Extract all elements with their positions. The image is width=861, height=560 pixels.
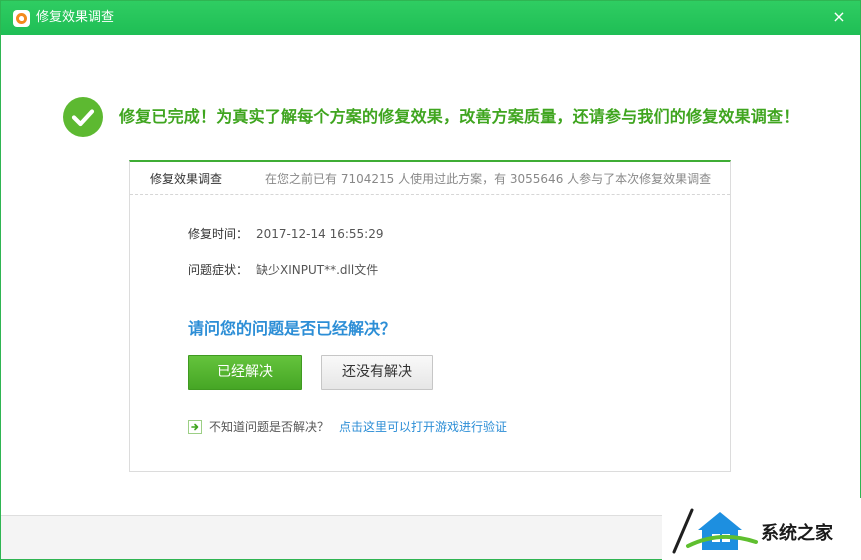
watermark-house-logo-icon (672, 508, 758, 554)
unsolved-button[interactable]: 还没有解决 (321, 355, 433, 390)
survey-card: 修复效果调查 在您之前已有 7104215 人使用过此方案，有 3055646 … (129, 160, 731, 472)
repair-time-label: 修复时间： (188, 227, 249, 241)
app-logo-icon (13, 10, 30, 27)
verify-game-link[interactable]: 点击这里可以打开游戏进行验证 (339, 420, 507, 434)
watermark: 系统之家 (662, 498, 861, 560)
resolved-question: 请问您的问题是否已经解决？ (188, 319, 397, 338)
close-button[interactable]: × (830, 8, 848, 26)
verify-prompt: 不知道问题是否解决？ (209, 420, 330, 434)
check-circle-icon (63, 97, 103, 137)
symptom-label: 问题症状： (188, 263, 249, 277)
watermark-text: 系统之家 (761, 523, 833, 544)
arrow-right-icon (188, 420, 202, 434)
symptom-value: 缺少XINPUT**.dll文件 (256, 263, 379, 277)
title-bar[interactable]: 修复效果调查 × (1, 1, 860, 35)
repair-time-row: 修复时间： 2017-12-14 16:55:29 (188, 227, 383, 241)
repair-survey-window: 修复效果调查 × 修复已完成！为真实了解每个方案的修复效果，改善方案质量，还请参… (0, 0, 861, 560)
success-message: 修复已完成！为真实了解每个方案的修复效果，改善方案质量，还请参与我们的修复效果调… (119, 107, 800, 126)
survey-title: 修复效果调查 (150, 172, 223, 186)
solved-button[interactable]: 已经解决 (188, 355, 302, 390)
survey-stats: 在您之前已有 7104215 人使用过此方案，有 3055646 人参与了本次修… (265, 172, 712, 186)
symptom-row: 问题症状： 缺少XINPUT**.dll文件 (188, 263, 378, 277)
repair-time-value: 2017-12-14 16:55:29 (256, 227, 384, 241)
survey-card-header: 修复效果调查 在您之前已有 7104215 人使用过此方案，有 3055646 … (130, 162, 730, 195)
window-title: 修复效果调查 (36, 10, 115, 25)
